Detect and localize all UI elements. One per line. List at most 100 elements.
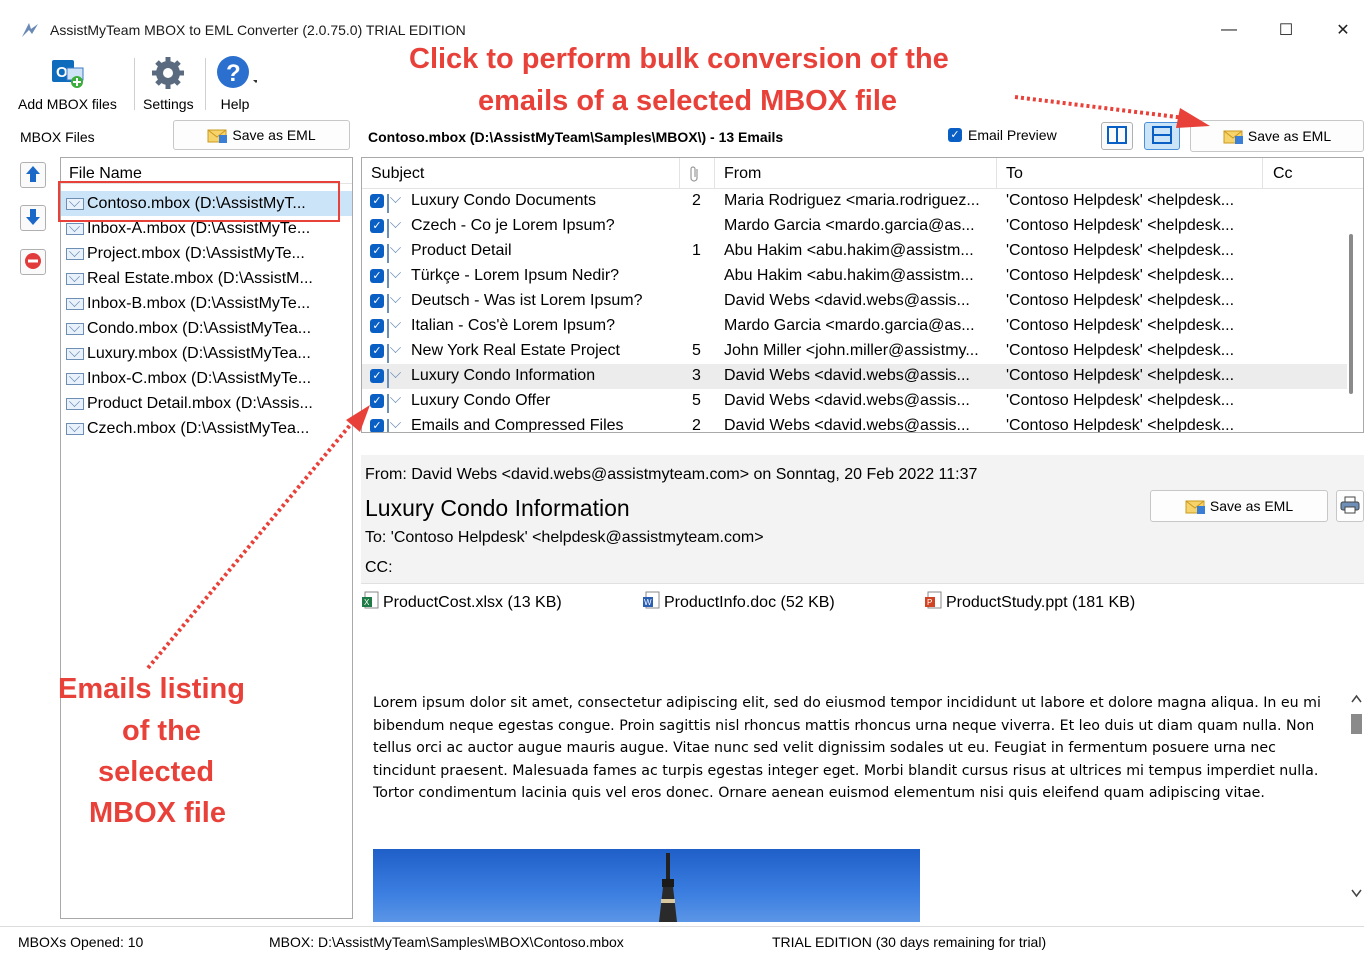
email-row[interactable]: ✓ Luxury Condo Information 3 David Webs <da…	[362, 364, 1347, 389]
email-row[interactable]: ✓ Product Detail 1 Abu Hakim <abu.hakim@ass…	[362, 239, 1347, 264]
email-subject: Italian - Cos'è Lorem Ipsum?	[411, 317, 616, 334]
email-row[interactable]: ✓ New York Real Estate Project 5 John Mille…	[362, 339, 1347, 364]
email-checkbox[interactable]: ✓	[370, 244, 384, 258]
save-as-eml-left-button[interactable]: Save as EML	[173, 120, 350, 150]
email-from: Abu Hakim <abu.hakim@assistm...	[724, 267, 974, 284]
email-icon	[387, 269, 389, 288]
email-row[interactable]: ✓ Emails and Compressed Files 2 David Webs …	[362, 414, 1347, 433]
paperclip-icon[interactable]	[689, 165, 701, 186]
email-row[interactable]: ✓ Türkçe - Lorem Ipsum Nedir? Abu Hakim <a…	[362, 264, 1347, 289]
attachment-count: 5	[692, 392, 701, 409]
file-list-item[interactable]: Condo.mbox (D:\AssistMyTea...	[61, 316, 352, 341]
email-subject: Emails and Compressed Files	[411, 417, 624, 433]
status-path: MBOX: D:\AssistMyTeam\Samples\MBOX\Conto…	[269, 934, 624, 950]
email-row[interactable]: ✓ Italian - Cos'è Lorem Ipsum? Mardo Garci…	[362, 314, 1347, 339]
file-list-item[interactable]: Real Estate.mbox (D:\AssistM...	[61, 266, 352, 291]
move-down-button[interactable]	[20, 205, 46, 231]
save-as-eml-preview-button[interactable]: Save as EML	[1150, 490, 1328, 522]
file-list-item[interactable]: Contoso.mbox (D:\AssistMyT...	[61, 191, 352, 216]
email-row[interactable]: ✓ Luxury Condo Offer 5 David Webs <david.we…	[362, 389, 1347, 414]
file-list-item[interactable]: Inbox-A.mbox (D:\AssistMyTe...	[61, 216, 352, 241]
help-button[interactable]: ? Help	[213, 54, 259, 112]
annotation-arrow-top	[1014, 95, 1186, 120]
save-as-eml-list-label: Save as EML	[1247, 128, 1332, 144]
horizontal-split-button[interactable]	[1144, 122, 1180, 150]
grid-scrollbar[interactable]	[1349, 234, 1353, 394]
email-checkbox[interactable]: ✓	[370, 419, 384, 432]
toolbar-divider	[134, 58, 135, 110]
move-up-button[interactable]	[20, 162, 46, 188]
checkbox-icon: ✓	[948, 128, 962, 142]
attachment-count: 1	[692, 242, 701, 259]
column-divider	[714, 158, 715, 188]
email-to: 'Contoso Helpdesk' <helpdesk...	[1006, 392, 1235, 409]
gear-icon	[148, 54, 188, 93]
file-name-column-header[interactable]: File Name	[69, 165, 142, 183]
email-row[interactable]: ✓ Luxury Condo Documents 2 Maria Rodriguez …	[362, 189, 1347, 214]
divider	[361, 583, 1364, 584]
email-from: Abu Hakim <abu.hakim@assistm...	[724, 242, 974, 259]
maximize-button[interactable]: ☐	[1263, 12, 1309, 48]
file-list-item[interactable]: Luxury.mbox (D:\AssistMyTea...	[61, 341, 352, 366]
email-attachment-icon	[387, 419, 389, 432]
vertical-layout-icon	[1107, 125, 1127, 147]
subject-column-header[interactable]: Subject	[371, 165, 424, 183]
svg-text:O: O	[56, 64, 68, 81]
svg-text:?: ?	[226, 60, 241, 87]
attachment-doc[interactable]: W ProductInfo.doc (52 KB)	[642, 591, 835, 614]
email-from: John Miller <john.miller@assistmy...	[724, 342, 979, 359]
email-checkbox[interactable]: ✓	[370, 369, 384, 383]
status-opened: MBOXs Opened: 10	[18, 934, 144, 950]
attachment-xlsx-label: ProductCost.xlsx (13 KB)	[383, 593, 562, 611]
email-checkbox[interactable]: ✓	[370, 194, 384, 208]
email-from: David Webs <david.webs@assis...	[724, 392, 970, 409]
email-checkbox[interactable]: ✓	[370, 344, 384, 358]
to-column-header[interactable]: To	[1006, 165, 1023, 183]
remove-button[interactable]	[20, 249, 46, 275]
email-row[interactable]: ✓ Czech - Co je Lorem Ipsum? Mardo Garcia …	[362, 214, 1347, 239]
minimize-button[interactable]: —	[1206, 12, 1252, 48]
email-checkbox[interactable]: ✓	[370, 269, 384, 283]
mbox-file-icon	[66, 197, 84, 210]
mbox-file-icon	[66, 347, 84, 360]
email-checkbox[interactable]: ✓	[370, 394, 384, 408]
preview-cc: CC:	[365, 559, 393, 576]
email-from: Mardo Garcia <mardo.garcia@as...	[724, 217, 975, 234]
from-column-header[interactable]: From	[724, 165, 761, 183]
annotation-left-line3: selected	[98, 756, 215, 788]
email-subject: Luxury Condo Documents	[411, 192, 596, 209]
add-mbox-files-button[interactable]: O Add MBOX files	[18, 54, 117, 112]
attachment-xlsx[interactable]: X ProductCost.xlsx (13 KB)	[361, 591, 562, 614]
file-list-item[interactable]: Czech.mbox (D:\AssistMyTea...	[61, 416, 352, 441]
close-button[interactable]: ✕	[1320, 12, 1364, 48]
save-as-eml-left-label: Save as EML	[232, 127, 316, 143]
file-name-label: Contoso.mbox (D:\AssistMyT...	[87, 194, 306, 212]
file-name-label: Inbox-C.mbox (D:\AssistMyTe...	[87, 369, 312, 387]
status-divider	[0, 926, 1364, 927]
email-checkbox[interactable]: ✓	[370, 294, 384, 308]
file-list-item[interactable]: Project.mbox (D:\AssistMyTe...	[61, 241, 352, 266]
file-name-label: Inbox-A.mbox (D:\AssistMyTe...	[87, 219, 311, 237]
file-list-item[interactable]: Inbox-C.mbox (D:\AssistMyTe...	[61, 366, 352, 391]
email-list-grid: Subject From To Cc ✓ Luxury Condo Documen…	[361, 157, 1364, 433]
attachment-ppt[interactable]: P ProductStudy.ppt (181 KB)	[924, 591, 1135, 614]
svg-text:W: W	[644, 598, 652, 607]
preview-scrollbar[interactable]	[1349, 690, 1364, 922]
save-as-eml-list-button[interactable]: Save as EML	[1190, 120, 1364, 152]
email-from: Mardo Garcia <mardo.garcia@as...	[724, 317, 975, 334]
email-checkbox[interactable]: ✓	[370, 219, 384, 233]
word-file-icon: W	[642, 591, 660, 614]
cc-column-header[interactable]: Cc	[1273, 165, 1293, 183]
print-button[interactable]	[1336, 490, 1364, 522]
column-divider	[1262, 158, 1263, 188]
email-preview-toggle[interactable]: ✓ Email Preview	[948, 127, 1057, 143]
file-name-label: Inbox-B.mbox (D:\AssistMyTe...	[87, 294, 311, 312]
email-row[interactable]: ✓ Deutsch - Was ist Lorem Ipsum? David Web…	[362, 289, 1347, 314]
settings-button[interactable]: Settings	[143, 54, 194, 112]
file-list-item[interactable]: Product Detail.mbox (D:\Assis...	[61, 391, 352, 416]
file-list-item[interactable]: Inbox-B.mbox (D:\AssistMyTe...	[61, 291, 352, 316]
mbox-file-icon	[66, 297, 84, 310]
email-checkbox[interactable]: ✓	[370, 319, 384, 333]
vertical-split-button[interactable]	[1101, 122, 1133, 150]
email-attachment-icon	[387, 244, 389, 263]
